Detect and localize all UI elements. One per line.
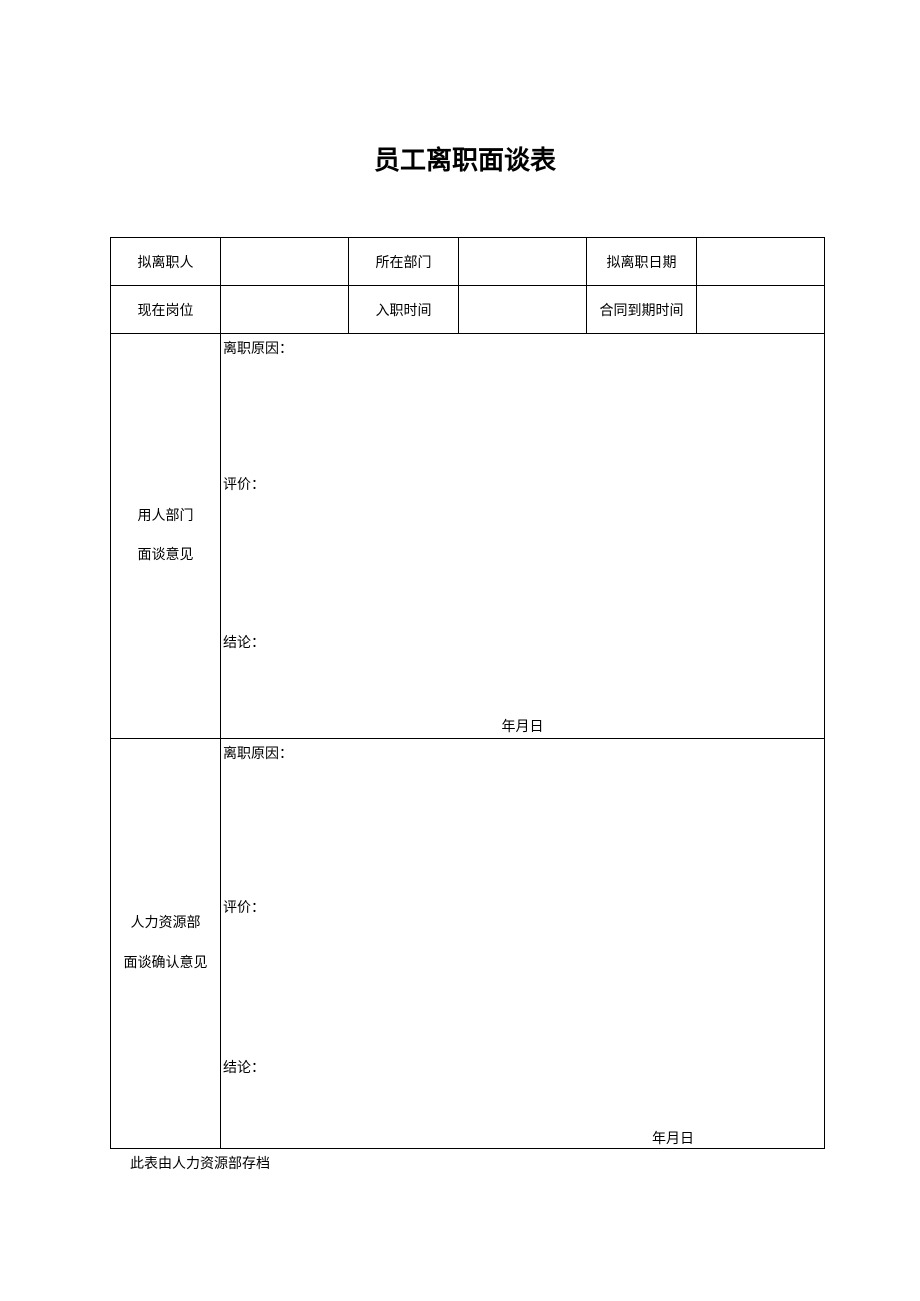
content-dept-opinion: 离职原因： 评价： 结论： 年月日 bbox=[221, 334, 825, 739]
label-contract-expiry: 合同到期时间 bbox=[587, 286, 697, 334]
label-entry-time: 入职时间 bbox=[349, 286, 459, 334]
label-reason-hr: 离职原因： bbox=[223, 743, 293, 763]
table-row: 拟离职人 所在部门 拟离职日期 bbox=[111, 238, 825, 286]
label-dept-opinion: 用人部门 面谈意见 bbox=[111, 334, 221, 739]
document-title: 员工离职面谈表 bbox=[110, 140, 820, 177]
label-employee-name: 拟离职人 bbox=[111, 238, 221, 286]
label-department: 所在部门 bbox=[349, 238, 459, 286]
label-dept-opinion-line1: 用人部门 bbox=[111, 497, 220, 536]
label-leave-date: 拟离职日期 bbox=[587, 238, 697, 286]
footer-note: 此表由人力资源部存档 bbox=[130, 1153, 820, 1173]
value-contract-expiry bbox=[697, 286, 825, 334]
table-row: 现在岗位 入职时间 合同到期时间 bbox=[111, 286, 825, 334]
label-hr-opinion-line2: 面谈确认意见 bbox=[111, 944, 220, 983]
value-leave-date bbox=[697, 238, 825, 286]
date-placeholder-hr: 年月日 bbox=[652, 1128, 694, 1148]
label-hr-opinion: 人力资源部 面谈确认意见 bbox=[111, 739, 221, 1149]
table-row: 用人部门 面谈意见 离职原因： 评价： 结论： 年月日 bbox=[111, 334, 825, 739]
value-department bbox=[459, 238, 587, 286]
label-hr-opinion-line1: 人力资源部 bbox=[111, 904, 220, 943]
content-hr-opinion: 离职原因： 评价： 结论： 年月日 bbox=[221, 739, 825, 1149]
date-placeholder-dept: 年月日 bbox=[502, 716, 544, 736]
exit-interview-table: 拟离职人 所在部门 拟离职日期 现在岗位 入职时间 合同到期时间 用人部门 面谈… bbox=[110, 237, 825, 1149]
label-conclusion-hr: 结论： bbox=[223, 1057, 265, 1077]
value-position bbox=[221, 286, 349, 334]
label-position: 现在岗位 bbox=[111, 286, 221, 334]
label-evaluation: 评价： bbox=[223, 474, 265, 494]
value-entry-time bbox=[459, 286, 587, 334]
table-row: 人力资源部 面谈确认意见 离职原因： 评价： 结论： 年月日 bbox=[111, 739, 825, 1149]
label-reason: 离职原因： bbox=[223, 338, 293, 358]
label-dept-opinion-line2: 面谈意见 bbox=[111, 536, 220, 575]
label-conclusion: 结论： bbox=[223, 632, 265, 652]
value-employee-name bbox=[221, 238, 349, 286]
label-evaluation-hr: 评价： bbox=[223, 897, 265, 917]
